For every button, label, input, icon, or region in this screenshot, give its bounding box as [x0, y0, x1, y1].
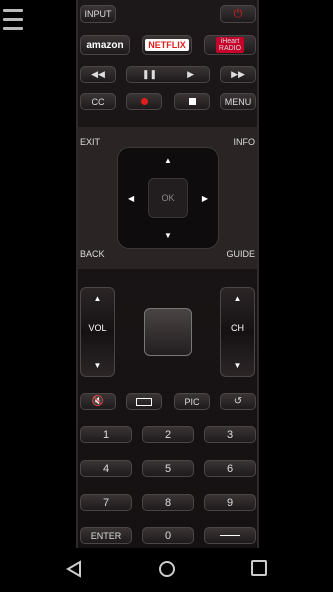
record-button[interactable] — [126, 93, 162, 110]
power-button[interactable]: ⏻ — [220, 5, 256, 23]
channel-up-button[interactable]: ▲ — [221, 294, 254, 303]
dpad-up-button[interactable]: ▲ — [164, 156, 172, 165]
key-1[interactable]: 1 — [80, 426, 132, 443]
volume-rocker: ▲ VOL ▼ — [80, 287, 115, 377]
key-6[interactable]: 6 — [204, 460, 256, 477]
menu-button[interactable]: MENU — [220, 93, 256, 110]
ok-button[interactable]: OK — [148, 178, 188, 218]
pic-button[interactable]: PIC — [174, 393, 210, 410]
iheart-radio-button[interactable]: iHeart RADIO — [204, 35, 256, 55]
remote-body: INPUT ⏻ amazon NETFLIX iHeart RADIO ◀◀ ❚❚… — [76, 0, 259, 548]
channel-label: CH — [231, 323, 244, 333]
power-icon: ⏻ — [233, 7, 243, 20]
stop-button[interactable] — [174, 93, 210, 110]
volume-down-button[interactable]: ▼ — [81, 361, 114, 370]
dash-button[interactable] — [204, 527, 256, 544]
guide-button[interactable]: GUIDE — [226, 249, 255, 259]
center-square-button[interactable] — [144, 308, 192, 356]
key-7[interactable]: 7 — [80, 494, 132, 511]
nav-home-icon[interactable] — [158, 560, 176, 578]
wide-icon — [136, 397, 152, 406]
wide-button[interactable] — [126, 393, 162, 410]
rewind-button[interactable]: ◀◀ — [80, 66, 116, 83]
input-button[interactable]: INPUT — [80, 5, 116, 23]
key-0[interactable]: 0 — [142, 527, 194, 544]
nav-back-icon[interactable] — [66, 560, 82, 578]
cc-button[interactable]: CC — [80, 93, 116, 110]
exit-button[interactable]: EXIT — [80, 137, 100, 147]
amazon-button[interactable]: amazon — [80, 35, 130, 55]
enter-button[interactable]: ENTER — [80, 527, 132, 544]
info-button[interactable]: INFO — [234, 137, 256, 147]
nav-recents-icon[interactable] — [251, 560, 267, 576]
play-pause-button[interactable]: ❚❚ ▶ — [126, 66, 210, 83]
key-4[interactable]: 4 — [80, 460, 132, 477]
dpad-panel: EXIT INFO BACK GUIDE ▲ ▼ ◀ ▶ OK — [78, 127, 257, 269]
key-3[interactable]: 3 — [204, 426, 256, 443]
record-icon — [140, 98, 148, 105]
dpad: ▲ ▼ ◀ ▶ OK — [117, 147, 219, 249]
last-channel-button[interactable]: ↺ — [220, 393, 256, 410]
play-icon: ▶ — [187, 69, 194, 79]
key-2[interactable]: 2 — [142, 426, 194, 443]
stop-icon — [188, 98, 196, 105]
dash-icon — [220, 534, 240, 537]
last-channel-icon: ↺ — [233, 396, 243, 407]
volume-label: VOL — [88, 323, 107, 333]
channel-down-button[interactable]: ▼ — [221, 361, 254, 370]
hamburger-menu-icon[interactable] — [3, 9, 23, 37]
mute-icon: 🔇 — [91, 396, 105, 407]
key-5[interactable]: 5 — [142, 460, 194, 477]
key-9[interactable]: 9 — [204, 494, 256, 511]
netflix-button[interactable]: NETFLIX — [142, 35, 192, 55]
dpad-right-button[interactable]: ▶ — [202, 194, 208, 203]
dpad-left-button[interactable]: ◀ — [128, 194, 134, 203]
dpad-down-button[interactable]: ▼ — [164, 231, 172, 240]
channel-rocker: ▲ CH ▼ — [220, 287, 255, 377]
key-8[interactable]: 8 — [142, 494, 194, 511]
pause-icon: ❚❚ — [141, 69, 158, 79]
volume-up-button[interactable]: ▲ — [81, 294, 114, 303]
system-nav-bar — [0, 548, 333, 592]
mute-button[interactable]: 🔇 — [80, 393, 116, 410]
back-button[interactable]: BACK — [80, 249, 105, 259]
fast-forward-button[interactable]: ▶▶ — [220, 66, 256, 83]
